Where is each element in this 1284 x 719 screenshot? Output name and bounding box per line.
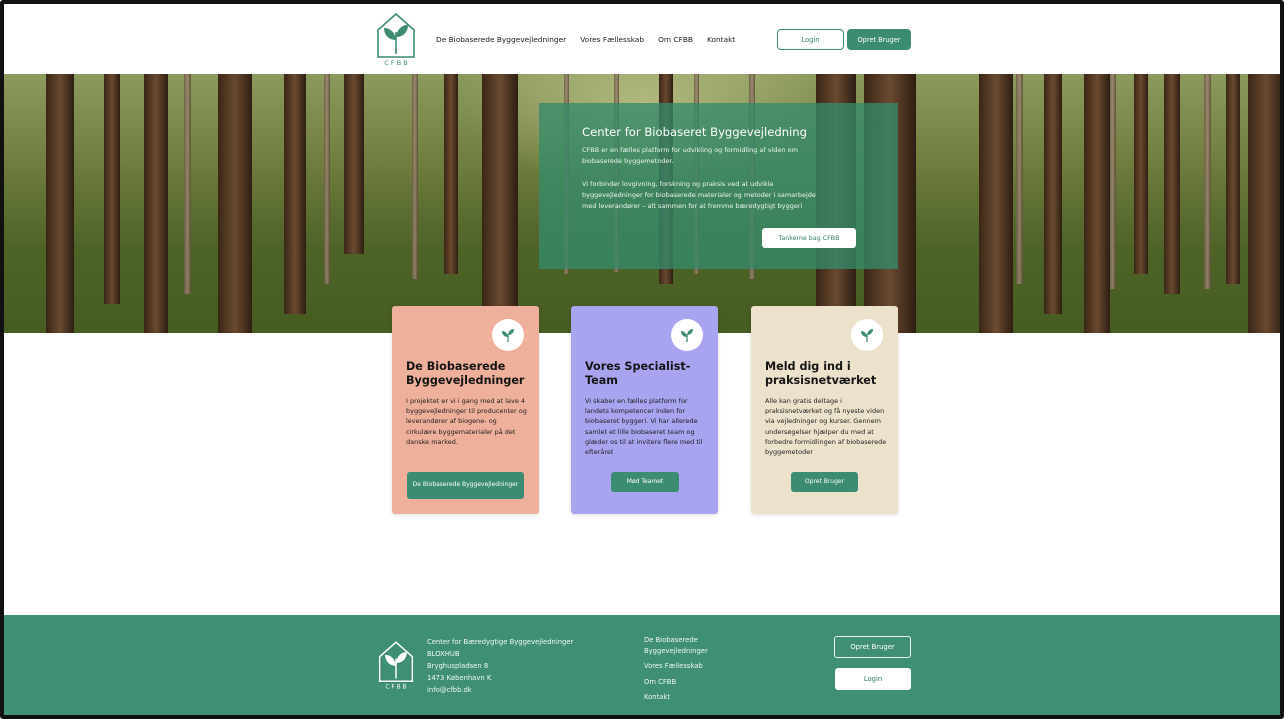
card-text: Alle kan gratis deltage i praksisnetværk… (765, 397, 887, 457)
footer-link-contact[interactable]: Kontakt (644, 692, 734, 703)
card-text: Vi skaber en fælles platform for landets… (585, 397, 703, 457)
logo-text: C F B B (384, 59, 407, 66)
main-nav: De Biobaserede Byggevejledninger Vores F… (436, 35, 735, 44)
guides-button[interactable]: De Biobaserede Byggevejledninger (407, 472, 524, 499)
nav-item-guides[interactable]: De Biobaserede Byggevejledninger (436, 35, 566, 44)
hero-title: Center for Biobaseret Byggevejledning (582, 125, 807, 139)
footer-email[interactable]: info@cfbb.dk (427, 684, 573, 696)
card-practice-network: Meld dig ind i praksisnetværket Alle kan… (751, 306, 898, 514)
footer-link-community[interactable]: Vores Fællesskab (644, 661, 734, 672)
card-text: I projektet er vi i gang med at lave 4 b… (406, 397, 527, 446)
footer-link-about[interactable]: Om CFBB (644, 677, 734, 688)
house-sprout-logo-icon: C F B B (378, 641, 414, 691)
hero-paragraph-intro: CFBB er en fælles platform for udvikling… (582, 146, 798, 165)
about-cfbb-button[interactable]: Tankerne bag CFBB (762, 228, 856, 248)
site-footer: C F B B Center for Bæredygtige Byggevejl… (4, 615, 1280, 715)
footer-links: De Biobaserede Byggevejledninger Vores F… (644, 635, 734, 708)
site-header: C F B B De Biobaserede Byggevejledninger… (4, 4, 1280, 71)
footer-logo[interactable]: C F B B (376, 637, 416, 691)
footer-city: 1473 København K (427, 674, 492, 682)
footer-org-name: Center for Bæredygtige Byggevejledninger (427, 638, 574, 646)
hero-paragraph-mission: Vi forbinder lovgivning, forskning og pr… (582, 180, 816, 210)
footer-logo-text: C F B B (385, 685, 406, 691)
meet-team-button[interactable]: Mød Teamet (611, 472, 679, 492)
card-title: De Biobaserede Byggevejledninger (406, 360, 525, 387)
card-title: Vores Specialist-Team (585, 360, 691, 387)
card-specialist-team: Vores Specialist-Team Vi skaber en fælle… (571, 306, 718, 514)
signup-button[interactable]: Opret Bruger (847, 29, 911, 50)
footer-address: Center for Bæredygtige Byggevejledninger… (427, 636, 573, 696)
nav-item-community[interactable]: Vores Fællesskab (580, 35, 644, 44)
hero-info-box: Center for Biobaseret Byggevejledning CF… (539, 103, 898, 269)
card-guides: De Biobaserede Byggevejledninger I proje… (392, 306, 539, 514)
hero-section: Center for Biobaseret Byggevejledning CF… (4, 74, 1280, 333)
footer-signup-button[interactable]: Opret Bruger (834, 636, 911, 658)
footer-login-button[interactable]: Login (835, 668, 911, 690)
cfbb-logo[interactable]: C F B B (374, 10, 418, 66)
nav-item-contact[interactable]: Kontakt (707, 35, 735, 44)
sprout-icon (671, 319, 703, 351)
card-title: Meld dig ind i praksisnetværket (765, 360, 877, 387)
sprout-icon (851, 319, 883, 351)
footer-venue: BLOXHUB (427, 650, 460, 658)
footer-link-guides[interactable]: De Biobaserede Byggevejledninger (644, 635, 734, 656)
footer-street: Bryghuspladsen 8 (427, 662, 489, 670)
card-signup-button[interactable]: Opret Bruger (791, 472, 858, 492)
login-button[interactable]: Login (777, 29, 844, 50)
sprout-icon (492, 319, 524, 351)
browser-frame: C F B B De Biobaserede Byggevejledninger… (0, 0, 1284, 719)
nav-item-about[interactable]: Om CFBB (658, 35, 693, 44)
house-sprout-logo-icon: C F B B (377, 12, 415, 66)
